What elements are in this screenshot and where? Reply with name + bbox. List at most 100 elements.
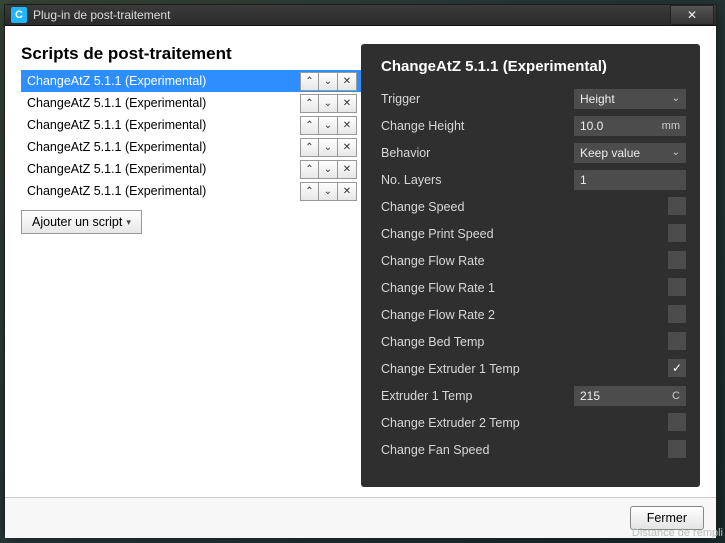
setting-control: 215C [574,386,686,406]
script-row[interactable]: ChangeAtZ 5.1.1 (Experimental)⌃⌄✕ [21,136,361,158]
move-down-button[interactable]: ⌄ [319,72,338,91]
remove-button[interactable]: ✕ [338,138,357,157]
chevron-up-icon: ⌃ [305,120,313,131]
script-name: ChangeAtZ 5.1.1 (Experimental) [27,162,300,176]
script-row[interactable]: ChangeAtZ 5.1.1 (Experimental)⌃⌄✕ [21,92,361,114]
chevron-down-icon: ⌄ [324,76,332,87]
setting-label: Change Extruder 1 Temp [381,362,668,376]
move-up-button[interactable]: ⌃ [300,94,319,113]
setting-label: Behavior [381,146,574,160]
title-bar: C Plug-in de post-traitement ✕ [5,5,716,26]
ext1t-input[interactable]: 215C [574,386,686,406]
script-name: ChangeAtZ 5.1.1 (Experimental) [27,96,300,110]
script-controls: ⌃ ⌄✕ [300,116,357,135]
flow2-checkbox[interactable] [668,305,686,323]
move-up-button[interactable]: ⌃ [300,116,319,135]
setting-label: Extruder 1 Temp [381,389,574,403]
dialog-footer: Fermer [5,497,716,538]
scripts-panel: Scripts de post-traitement ChangeAtZ 5.1… [21,44,361,487]
scripts-heading: Scripts de post-traitement [21,44,361,64]
setting-row-flow: Change Flow Rate [381,247,686,274]
script-name: ChangeAtZ 5.1.1 (Experimental) [27,74,300,88]
script-row[interactable]: ChangeAtZ 5.1.1 (Experimental)⌃ ⌄ ✕ [21,70,361,92]
bed-checkbox[interactable] [668,332,686,350]
setting-row-ext1c: Change Extruder 1 Temp✓ [381,355,686,382]
trigger-select[interactable]: Height⌄ [574,89,686,109]
move-up-button[interactable]: ⌃ [300,72,319,91]
window-title: Plug-in de post-traitement [33,8,170,22]
chevron-down-icon: ⌄ [324,164,332,175]
setting-row-bed: Change Bed Temp [381,328,686,355]
script-controls: ⌃ ⌄ ✕ [300,72,357,91]
input-value: 10.0 [580,119,603,133]
chevron-down-icon: ▾ [126,217,131,228]
ext2c-checkbox[interactable] [668,413,686,431]
setting-control [668,440,686,460]
setting-label: Change Bed Temp [381,335,668,349]
add-script-label: Ajouter un script [32,215,122,229]
remove-button[interactable]: ✕ [338,182,357,201]
setting-label: Change Print Speed [381,227,668,241]
setting-control [668,332,686,352]
script-row[interactable]: ChangeAtZ 5.1.1 (Experimental)⌃ ⌄ ✕ [21,158,361,180]
setting-row-behavior: BehaviorKeep value⌄ [381,139,686,166]
pspeed-checkbox[interactable] [668,224,686,242]
setting-control: Height⌄ [574,89,686,109]
settings-list: TriggerHeight⌄Change Height 10.0 mm Behavio… [381,85,686,463]
layers-input[interactable]: 1 [574,170,686,190]
setting-control: 10.0 mm [574,116,686,136]
select-value: Keep value [580,146,640,160]
add-script-button[interactable]: Ajouter un script ▾ [21,210,142,234]
fan-checkbox[interactable] [668,440,686,458]
close-icon: ✕ [343,76,351,87]
flow-checkbox[interactable] [668,251,686,269]
script-controls: ⌃⌄✕ [300,138,357,157]
flow1-checkbox[interactable] [668,278,686,296]
setting-row-pspeed: Change Print Speed [381,220,686,247]
remove-button[interactable]: ✕ [338,94,357,113]
dialog-body: Scripts de post-traitement ChangeAtZ 5.1… [5,26,716,497]
move-down-button[interactable]: ⌄ [319,138,338,157]
setting-control [668,305,686,325]
move-down-button[interactable]: ⌄ [319,94,338,113]
chevron-down-icon: ⌄ [672,93,680,104]
move-down-button[interactable]: ⌄ [319,182,338,201]
script-row[interactable]: ChangeAtZ 5.1.1 (Experimental)⌃⌄✕ [21,180,361,202]
setting-label: Change Flow Rate 2 [381,308,668,322]
remove-button[interactable]: ✕ [338,160,357,179]
setting-label: Change Flow Rate 1 [381,281,668,295]
setting-control: Keep value⌄ [574,143,686,163]
chevron-up-icon: ⌃ [305,186,313,197]
setting-row-ext1t: Extruder 1 Temp215C [381,382,686,409]
move-down-button[interactable]: ⌄ [319,116,338,135]
behavior-select[interactable]: Keep value⌄ [574,143,686,163]
setting-row-speed: Change Speed [381,193,686,220]
move-up-button[interactable]: ⌃ [300,182,319,201]
ext1c-checkbox[interactable]: ✓ [668,359,686,377]
script-controls: ⌃ ⌄ ✕ [300,182,357,201]
app-icon: C [11,7,27,23]
setting-label: Change Flow Rate [381,254,668,268]
setting-label: No. Layers [381,173,574,187]
close-icon: ✕ [343,186,351,197]
script-row[interactable]: ChangeAtZ 5.1.1 (Experimental)⌃⌄✕ [21,114,361,136]
window-close-button[interactable]: ✕ [670,5,714,25]
move-down-button[interactable]: ⌄ [319,160,338,179]
input-unit: mm [662,120,680,132]
setting-label: Change Speed [381,200,668,214]
dialog-window: C Plug-in de post-traitement ✕ Scripts d… [4,4,717,535]
close-icon: ✕ [343,164,351,175]
setting-label: Trigger [381,92,574,106]
script-controls: ⌃ ⌄ ✕ [300,160,357,179]
remove-button[interactable]: ✕ [338,72,357,91]
settings-heading: ChangeAtZ 5.1.1 (Experimental) [381,58,686,75]
move-up-button[interactable]: ⌃ [300,138,319,157]
move-up-button[interactable]: ⌃ [300,160,319,179]
setting-label: Change Height [381,119,574,133]
height-input[interactable]: 10.0 mm [574,116,686,136]
setting-control [668,197,686,217]
speed-checkbox[interactable] [668,197,686,215]
remove-button[interactable]: ✕ [338,116,357,135]
input-value: 215 [580,389,600,403]
setting-control [668,224,686,244]
